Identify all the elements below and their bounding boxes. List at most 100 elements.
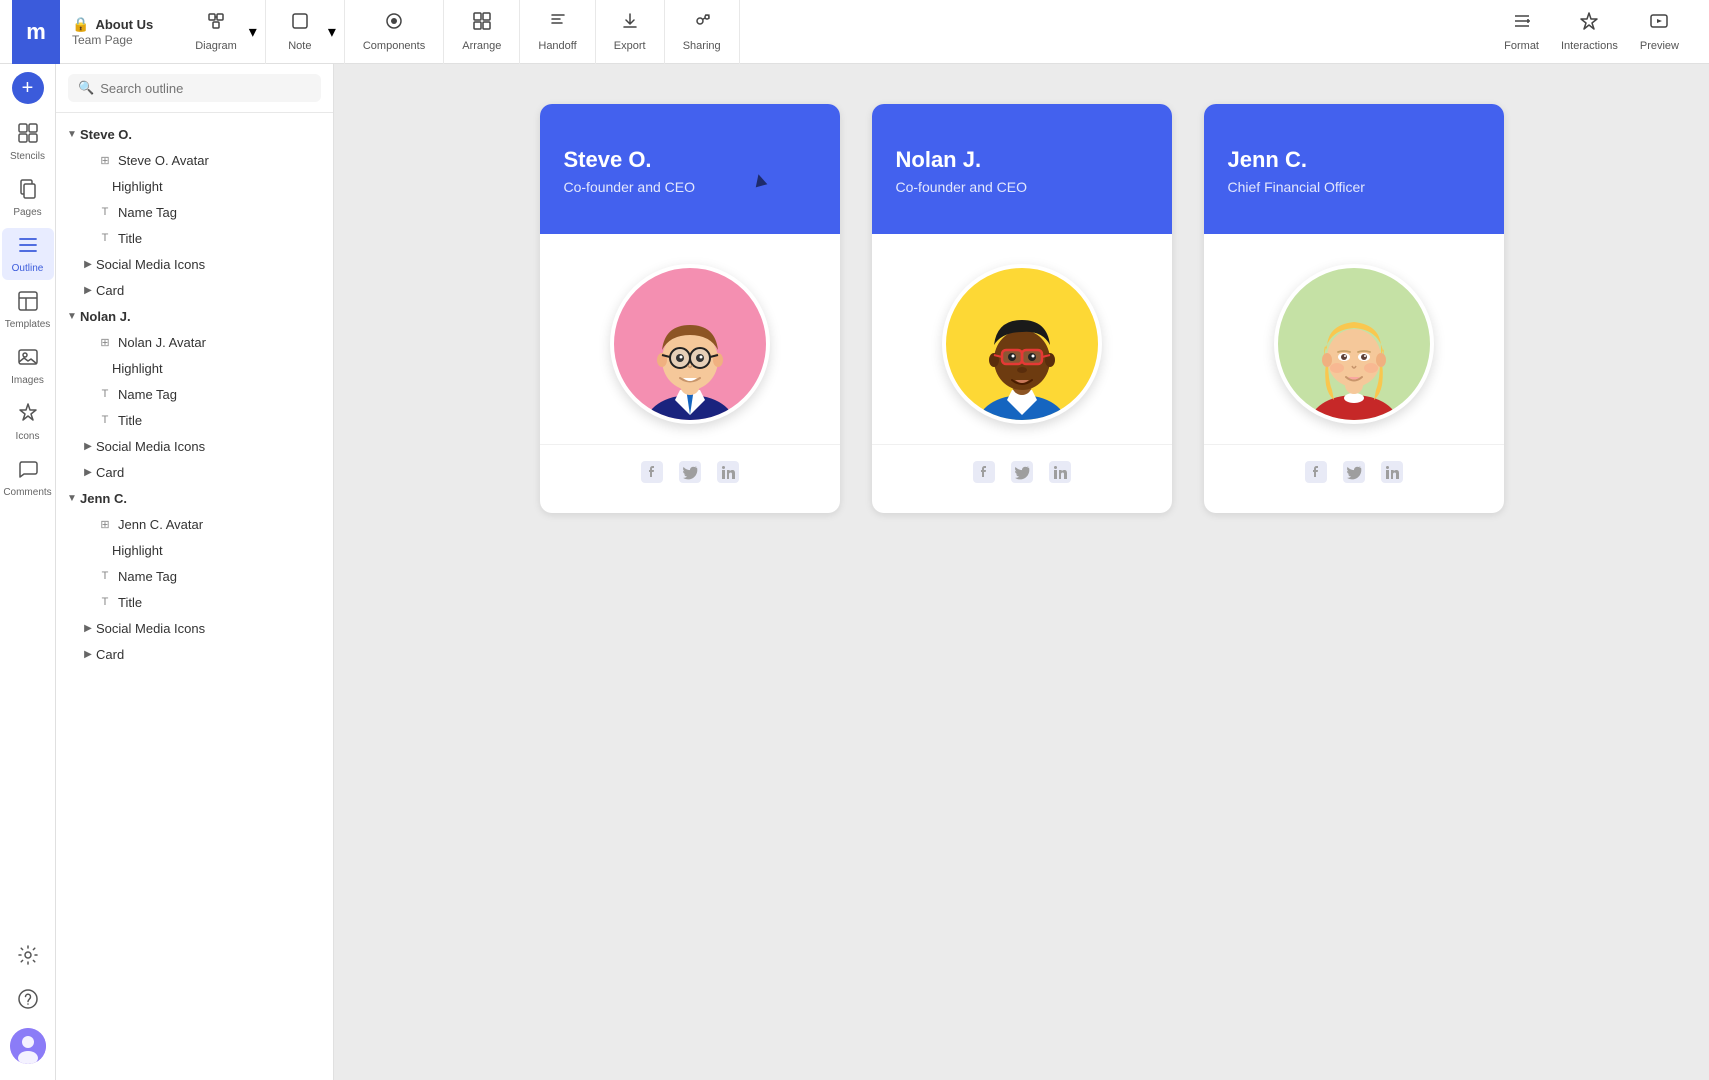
diagram-button[interactable]: Diagram (185, 5, 247, 58)
card-steve[interactable]: Steve O. Co-founder and CEO (540, 104, 840, 513)
tree-label-nolan: Nolan J. (80, 309, 325, 324)
avatar-svg-nolan (952, 270, 1092, 420)
tree-item-steve-avatar[interactable]: ⊞ Steve O. Avatar (56, 147, 333, 173)
breadcrumb-top: About Us (95, 17, 153, 32)
note-button[interactable]: Note (274, 5, 326, 58)
facebook-icon-nolan[interactable] (973, 461, 995, 489)
tree-label: Card (96, 465, 325, 480)
tree-item-nolan-avatar[interactable]: ⊞ Nolan J. Avatar (56, 329, 333, 355)
card-jenn[interactable]: Jenn C. Chief Financial Officer (1204, 104, 1504, 513)
format-button[interactable]: Format (1494, 5, 1549, 58)
tree-item-nolan-title[interactable]: T Title (56, 407, 333, 433)
tree-item-nolan-root[interactable]: Nolan J. (56, 303, 333, 329)
main-layout: + Stencils Pages Outline Templates (0, 64, 1709, 1080)
format-icon (1512, 11, 1532, 37)
pages-icon (17, 178, 39, 205)
tree-label: Card (96, 283, 325, 298)
search-input[interactable] (100, 81, 311, 96)
rail-icons[interactable]: Icons (2, 396, 54, 448)
tree-item-nolan-social[interactable]: Social Media Icons (56, 433, 333, 459)
tree-item-jenn-card[interactable]: Card (56, 641, 333, 667)
settings-button[interactable] (10, 940, 46, 976)
card-header-jenn: Jenn C. Chief Financial Officer (1204, 104, 1504, 234)
tree-item-nolan-nametag[interactable]: T Name Tag (56, 381, 333, 407)
interactions-label: Interactions (1561, 40, 1618, 52)
toolbar-handoff-section: Handoff (520, 0, 595, 64)
rail-outline[interactable]: Outline (2, 228, 54, 280)
export-button[interactable]: Export (604, 5, 656, 58)
tree-arrow-steve (64, 126, 80, 142)
image-type-icon: ⊞ (96, 515, 114, 533)
tree-label: Name Tag (118, 205, 325, 220)
tree-item-steve-root[interactable]: Steve O. (56, 121, 333, 147)
comments-icon (17, 458, 39, 485)
user-avatar[interactable] (10, 1028, 46, 1064)
tree-item-steve-nametag[interactable]: T Name Tag (56, 199, 333, 225)
tree-arrow (80, 204, 96, 220)
twitter-icon-steve[interactable] (679, 461, 701, 489)
tree-item-jenn-social[interactable]: Social Media Icons (56, 615, 333, 641)
card-nolan[interactable]: Nolan J. Co-founder and CEO (872, 104, 1172, 513)
linkedin-icon-steve[interactable] (717, 461, 739, 489)
card-social-jenn (1204, 444, 1504, 513)
card-header-nolan: Nolan J. Co-founder and CEO (872, 104, 1172, 234)
tree-item-steve-social[interactable]: Social Media Icons (56, 251, 333, 277)
preview-label: Preview (1640, 40, 1679, 52)
tree-item-jenn-avatar[interactable]: ⊞ Jenn C. Avatar (56, 511, 333, 537)
arrange-icon (472, 11, 492, 37)
linkedin-icon-nolan[interactable] (1049, 461, 1071, 489)
images-label: Images (11, 375, 44, 386)
breadcrumb: 🔒 About Us Team Page (72, 16, 153, 47)
add-button[interactable]: + (12, 72, 44, 104)
tree-item-jenn-root[interactable]: Jenn C. (56, 485, 333, 511)
twitter-icon-nolan[interactable] (1011, 461, 1033, 489)
toolbar-right: Format Interactions Preview (1486, 0, 1697, 64)
canvas-area[interactable]: Steve O. Co-founder and CEO (334, 64, 1709, 1080)
tree-arrow (80, 594, 96, 610)
linkedin-icon-jenn[interactable] (1381, 461, 1403, 489)
rail-comments[interactable]: Comments (2, 452, 54, 504)
arrange-button[interactable]: Arrange (452, 5, 511, 58)
twitter-icon-jenn[interactable] (1343, 461, 1365, 489)
sharing-button[interactable]: Sharing (673, 5, 731, 58)
text-type-icon: T (96, 203, 114, 221)
handoff-button[interactable]: Handoff (528, 5, 586, 58)
rail-images[interactable]: Images (2, 340, 54, 392)
outline-icon (17, 234, 39, 261)
help-button[interactable] (10, 984, 46, 1020)
tree-item-steve-card[interactable]: Card (56, 277, 333, 303)
tree-label: Social Media Icons (96, 439, 325, 454)
facebook-icon-jenn[interactable] (1305, 461, 1327, 489)
tree-arrow (80, 282, 96, 298)
interactions-button[interactable]: Interactions (1551, 5, 1628, 58)
tree-item-jenn-title[interactable]: T Title (56, 589, 333, 615)
tree-item-jenn-highlight[interactable]: Highlight (56, 537, 333, 563)
arrange-label: Arrange (462, 40, 501, 52)
diagram-dropdown-arrow[interactable]: ▾ (249, 22, 257, 42)
rail-stencils[interactable]: Stencils (2, 116, 54, 168)
tree-label: Title (118, 413, 325, 428)
tree-item-steve-highlight[interactable]: Highlight (56, 173, 333, 199)
tree-arrow-nolan (64, 308, 80, 324)
tree-item-jenn-nametag[interactable]: T Name Tag (56, 563, 333, 589)
tree-item-nolan-highlight[interactable]: Highlight (56, 355, 333, 381)
rail-templates[interactable]: Templates (2, 284, 54, 336)
tree-label: Title (118, 595, 325, 610)
tree-arrow (96, 542, 112, 558)
note-dropdown-arrow[interactable]: ▾ (328, 22, 336, 42)
card-avatar-nolan (872, 234, 1172, 444)
tree-arrow (80, 334, 96, 350)
preview-button[interactable]: Preview (1630, 5, 1689, 58)
tree-arrow (80, 152, 96, 168)
tree-item-nolan-card[interactable]: Card (56, 459, 333, 485)
facebook-icon-steve[interactable] (641, 461, 663, 489)
app-logo[interactable]: m (12, 0, 60, 64)
handoff-icon (548, 11, 568, 37)
card-avatar-jenn (1204, 234, 1504, 444)
stencils-icon (17, 122, 39, 149)
components-button[interactable]: Components (353, 5, 435, 58)
toolbar-components-section: Components (345, 0, 444, 64)
tree-label: Social Media Icons (96, 257, 325, 272)
tree-item-steve-title[interactable]: T Title (56, 225, 333, 251)
rail-pages[interactable]: Pages (2, 172, 54, 224)
